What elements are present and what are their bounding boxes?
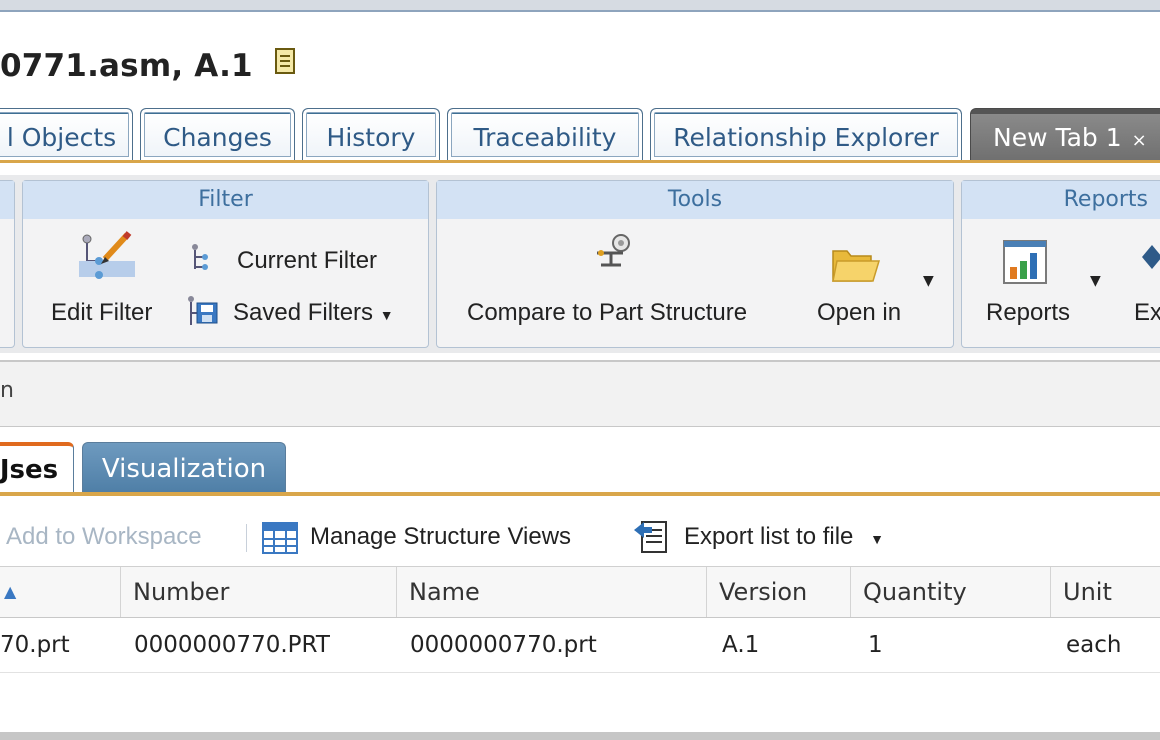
bottom-border: [0, 732, 1160, 740]
manage-structure-views-icon: [262, 522, 298, 558]
open-in-dropdown-icon[interactable]: ▼: [923, 273, 934, 289]
chevron-down-icon: ▼: [379, 307, 394, 323]
edit-filter-button[interactable]: Edit Filter: [51, 299, 152, 327]
chevron-down-icon: ▼: [870, 531, 884, 547]
cell-version: A.1: [722, 632, 760, 658]
export-icon: [1142, 243, 1160, 281]
manage-structure-views-button[interactable]: Manage Structure Views: [310, 508, 571, 566]
cell-quantity: 1: [868, 632, 883, 658]
export-button[interactable]: Ex: [1134, 299, 1160, 327]
current-filter-button[interactable]: Current Filter: [237, 247, 377, 275]
current-filter-icon: [189, 243, 213, 277]
ribbon-group-reports: Reports ▼ Reports Ex: [961, 180, 1160, 348]
sub-tab-bar: Jses Visualization: [0, 440, 1160, 498]
open-in-button[interactable]: Open in: [817, 299, 901, 327]
compare-to-part-structure-button[interactable]: Compare to Part Structure: [467, 299, 747, 327]
add-to-workspace-button[interactable]: Add to Workspace: [0, 508, 202, 566]
reports-group-header: Reports: [962, 181, 1160, 219]
tab-visualization[interactable]: Visualization: [82, 442, 286, 494]
table-row[interactable]: 70.prt 0000000770.PRT 0000000770.prt A.1…: [0, 618, 1160, 673]
ribbon-group-tools: Tools Compare to Part Structure ▼ Open i…: [436, 180, 954, 348]
filter-group-header: Filter: [23, 181, 428, 219]
sub-tab-baseline: [0, 492, 1160, 496]
column-quantity[interactable]: Quantity: [850, 567, 1050, 617]
table-header: ▲ Number Name Version Quantity Unit: [0, 566, 1160, 619]
tools-group-header: Tools: [437, 181, 953, 219]
folder-icon: [831, 243, 881, 291]
column-number[interactable]: Number: [120, 567, 396, 617]
ribbon: Filter Edit Filter Current Filter Saved …: [0, 175, 1160, 353]
tab-uses[interactable]: Jses: [0, 442, 74, 494]
tab-objects[interactable]: l Objects: [0, 108, 133, 160]
info-row-text: n: [0, 378, 14, 403]
sort-ascending-icon[interactable]: ▲: [0, 567, 120, 617]
info-row: n: [0, 360, 1160, 427]
page-title: 0771.asm, A.1: [0, 47, 296, 84]
tab-relationship-explorer[interactable]: Relationship Explorer: [650, 108, 962, 160]
reports-dropdown-icon[interactable]: ▼: [1090, 273, 1101, 289]
tab-history[interactable]: History: [302, 108, 440, 160]
column-unit[interactable]: Unit: [1050, 567, 1160, 617]
window-top-strip: [0, 0, 1160, 12]
ribbon-group-partial: [0, 180, 15, 348]
document-info-icon[interactable]: [274, 47, 296, 83]
reports-chart-icon: [1002, 239, 1048, 289]
cell-unit: each: [1066, 632, 1122, 658]
toolbar-separator: [246, 524, 247, 552]
export-list-icon: [632, 518, 672, 558]
tab-traceability[interactable]: Traceability: [447, 108, 643, 160]
tab-bar-baseline: [0, 160, 1160, 163]
export-list-button[interactable]: Export list to file ▼: [684, 508, 884, 566]
table-toolbar: Add to Workspace Manage Structure Views …: [0, 508, 1160, 566]
cell-number: 0000000770.PRT: [134, 632, 330, 658]
saved-filters-button[interactable]: Saved Filters ▼: [233, 299, 394, 327]
tab-new-tab-1[interactable]: New Tab 1 ×: [970, 108, 1160, 160]
edit-filter-icon: [75, 231, 145, 291]
page-title-text: 0771.asm, A.1: [0, 48, 253, 84]
cell-first: 70.prt: [0, 632, 70, 658]
cell-name: 0000000770.prt: [410, 632, 597, 658]
main-tab-bar: l Objects Changes History Traceability R…: [0, 108, 1160, 163]
ribbon-group-filter: Filter Edit Filter Current Filter Saved …: [22, 180, 429, 348]
column-name[interactable]: Name: [396, 567, 706, 617]
tab-changes[interactable]: Changes: [140, 108, 295, 160]
reports-button[interactable]: Reports: [986, 299, 1070, 327]
compare-structure-icon: [593, 233, 633, 273]
column-version[interactable]: Version: [706, 567, 850, 617]
saved-filters-icon: [185, 295, 221, 335]
close-tab-icon[interactable]: ×: [1132, 130, 1147, 151]
